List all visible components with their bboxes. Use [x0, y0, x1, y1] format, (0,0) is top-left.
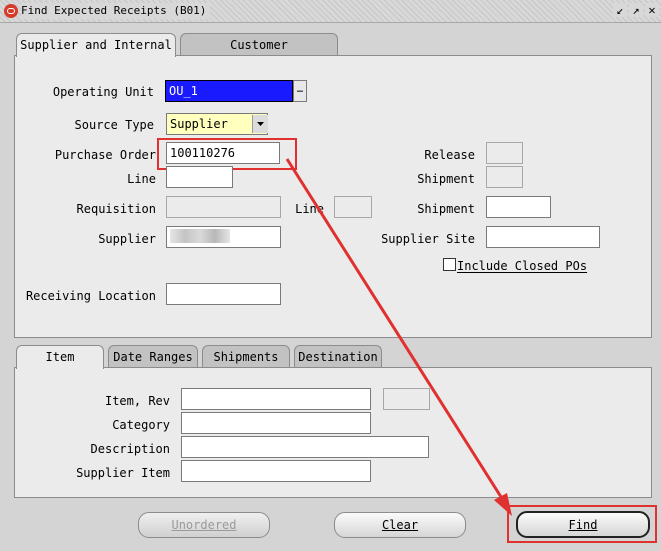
tab-supplier-internal[interactable]: Supplier and Internal [16, 33, 176, 57]
annotation-arrow [285, 158, 512, 516]
tab-item[interactable]: Item [16, 345, 104, 369]
